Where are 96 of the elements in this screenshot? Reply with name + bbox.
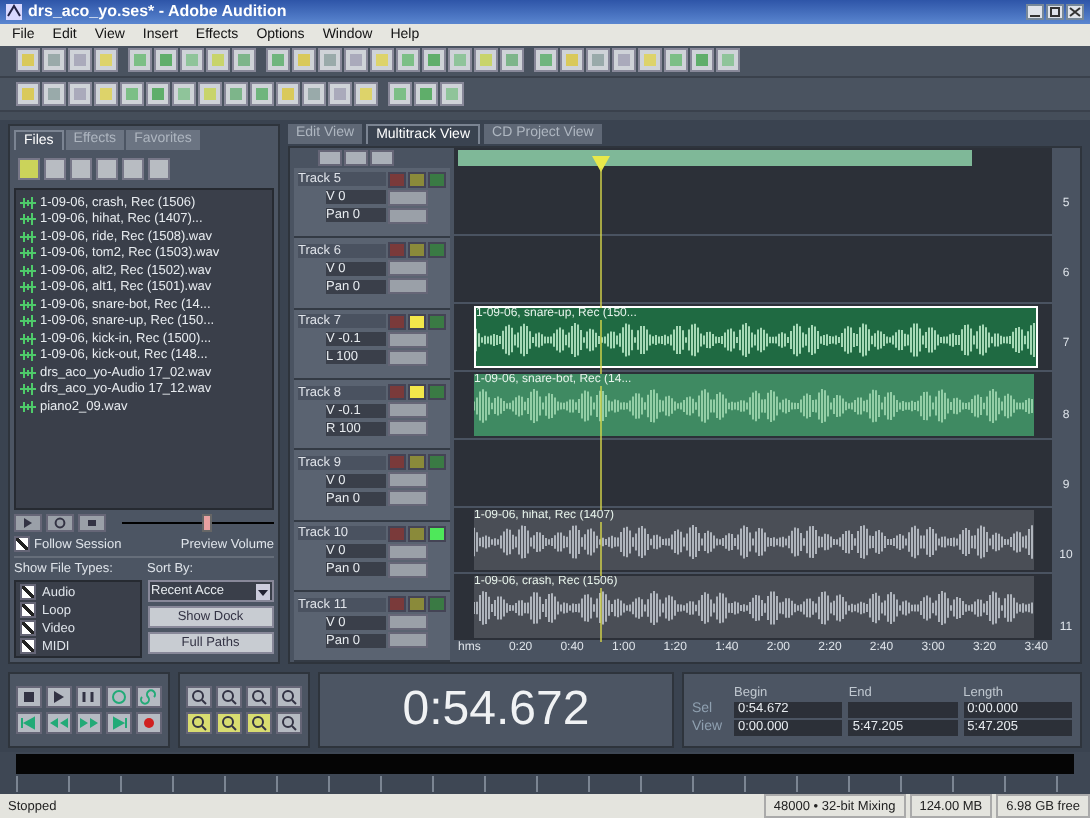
toolbar-icon[interactable] (534, 48, 558, 73)
checkbox[interactable] (20, 620, 36, 637)
output-mode-button[interactable] (370, 149, 394, 166)
play-preview-button[interactable] (14, 514, 42, 533)
close-button[interactable] (1066, 3, 1084, 20)
playhead-marker (592, 155, 610, 172)
input-button[interactable] (388, 632, 428, 649)
loop-preview-button[interactable] (46, 514, 74, 533)
toolbar-icon[interactable] (586, 48, 610, 73)
toolbar-icon[interactable] (266, 48, 290, 73)
minimize-button[interactable] (1026, 3, 1044, 20)
toolbar-icon[interactable] (370, 48, 394, 73)
toolbar-icon[interactable] (388, 82, 412, 107)
toolbar-icon[interactable] (42, 82, 66, 107)
toolbar-icon[interactable] (500, 48, 524, 73)
auto-preview-button[interactable] (78, 514, 106, 533)
checkbox[interactable] (20, 584, 36, 601)
toolbar-icon[interactable] (122, 157, 144, 180)
toolbar-icon[interactable] (146, 82, 170, 107)
toolbar-icon[interactable] (198, 82, 222, 107)
time-field[interactable] (848, 701, 958, 718)
play-icon[interactable] (46, 686, 72, 709)
toolbar-icon[interactable] (44, 157, 66, 180)
zoom-icon[interactable] (246, 686, 272, 709)
toolbar-icon[interactable] (94, 82, 118, 107)
toolbar-icon[interactable] (128, 48, 152, 73)
toolbar-icon[interactable] (68, 82, 92, 107)
effects-mode-button[interactable] (344, 149, 368, 166)
checkbox[interactable] (20, 602, 36, 619)
toolbar-icon[interactable] (94, 48, 118, 73)
toolbar-icon[interactable] (154, 48, 178, 73)
record-button[interactable] (428, 525, 446, 542)
checkbox[interactable] (20, 638, 36, 655)
solo-button[interactable] (408, 384, 426, 400)
stop-icon[interactable] (16, 686, 42, 709)
rewind-icon[interactable] (46, 712, 72, 735)
pause-icon[interactable] (76, 686, 102, 709)
window-title: drs_aco_yo.ses* - Adobe Audition (28, 2, 289, 21)
end-icon[interactable] (106, 712, 132, 735)
solo-button[interactable] (408, 313, 426, 330)
toolbar-icon[interactable] (120, 82, 144, 107)
input-button[interactable] (388, 207, 428, 224)
toolbar-icon[interactable] (292, 48, 316, 73)
toolbar-icon[interactable] (440, 82, 464, 107)
input-button[interactable] (388, 420, 428, 436)
toolbar-icon[interactable] (344, 48, 368, 73)
input-button[interactable] (388, 490, 428, 507)
toolbar-icon[interactable] (328, 82, 352, 107)
toolbar-icon[interactable] (180, 48, 204, 73)
forward-icon[interactable] (76, 712, 102, 735)
zoom-icon[interactable] (186, 712, 212, 735)
zoom-icon[interactable] (276, 686, 302, 709)
toolbar-icon[interactable] (224, 82, 248, 107)
dropdown-arrow-icon (256, 583, 270, 600)
toolbar-icon[interactable] (318, 48, 342, 73)
input-button[interactable] (388, 278, 428, 295)
toolbar-icon[interactable] (16, 82, 40, 107)
toolbar-icon[interactable] (276, 82, 300, 107)
time-readout: 0:54.672 (402, 682, 590, 739)
maximize-button[interactable] (1046, 3, 1064, 20)
toolbar-icon[interactable] (68, 48, 92, 73)
toolbar-icon[interactable] (612, 48, 636, 73)
input-button[interactable] (388, 349, 428, 366)
zoom-icon[interactable] (186, 686, 212, 709)
input-button[interactable] (388, 561, 428, 578)
toolbar-icon[interactable] (560, 48, 584, 73)
toolbar-icon[interactable] (172, 82, 196, 107)
loop-icon[interactable] (136, 686, 162, 709)
toolbar-icon[interactable] (70, 157, 92, 180)
toolbar-icon[interactable] (42, 48, 66, 73)
toolbar-icon[interactable] (354, 82, 378, 107)
checkbox[interactable] (14, 536, 30, 553)
toolbar-icon[interactable] (16, 48, 40, 73)
zoom-icon[interactable] (246, 712, 272, 735)
toolbar-icon[interactable] (448, 48, 472, 73)
zoom-icon[interactable] (276, 712, 302, 735)
zoom-icon[interactable] (216, 686, 242, 709)
toolbar-icon[interactable] (414, 82, 438, 107)
toolbar-icon[interactable] (396, 48, 420, 73)
toolbar-icon[interactable] (638, 48, 662, 73)
toolbar-icon[interactable] (474, 48, 498, 73)
zoom-icon[interactable] (216, 712, 242, 735)
toolbar-icon[interactable] (148, 157, 170, 180)
record-icon[interactable] (136, 712, 162, 735)
toolbar-icon[interactable] (690, 48, 714, 73)
toolbar-icon[interactable] (716, 48, 740, 73)
toolbar-icon[interactable] (206, 48, 230, 73)
start-icon[interactable] (16, 712, 42, 735)
volume-mode-button[interactable] (318, 149, 342, 166)
toolbar-icon[interactable] (250, 82, 274, 107)
toolbar-icon[interactable] (302, 82, 326, 107)
toolbar-icon[interactable] (232, 48, 256, 73)
toolbar-icon[interactable] (422, 48, 446, 73)
toolbar-icon[interactable] (96, 157, 118, 180)
toolbar-icon[interactable] (664, 48, 688, 73)
app-icon (6, 3, 22, 20)
